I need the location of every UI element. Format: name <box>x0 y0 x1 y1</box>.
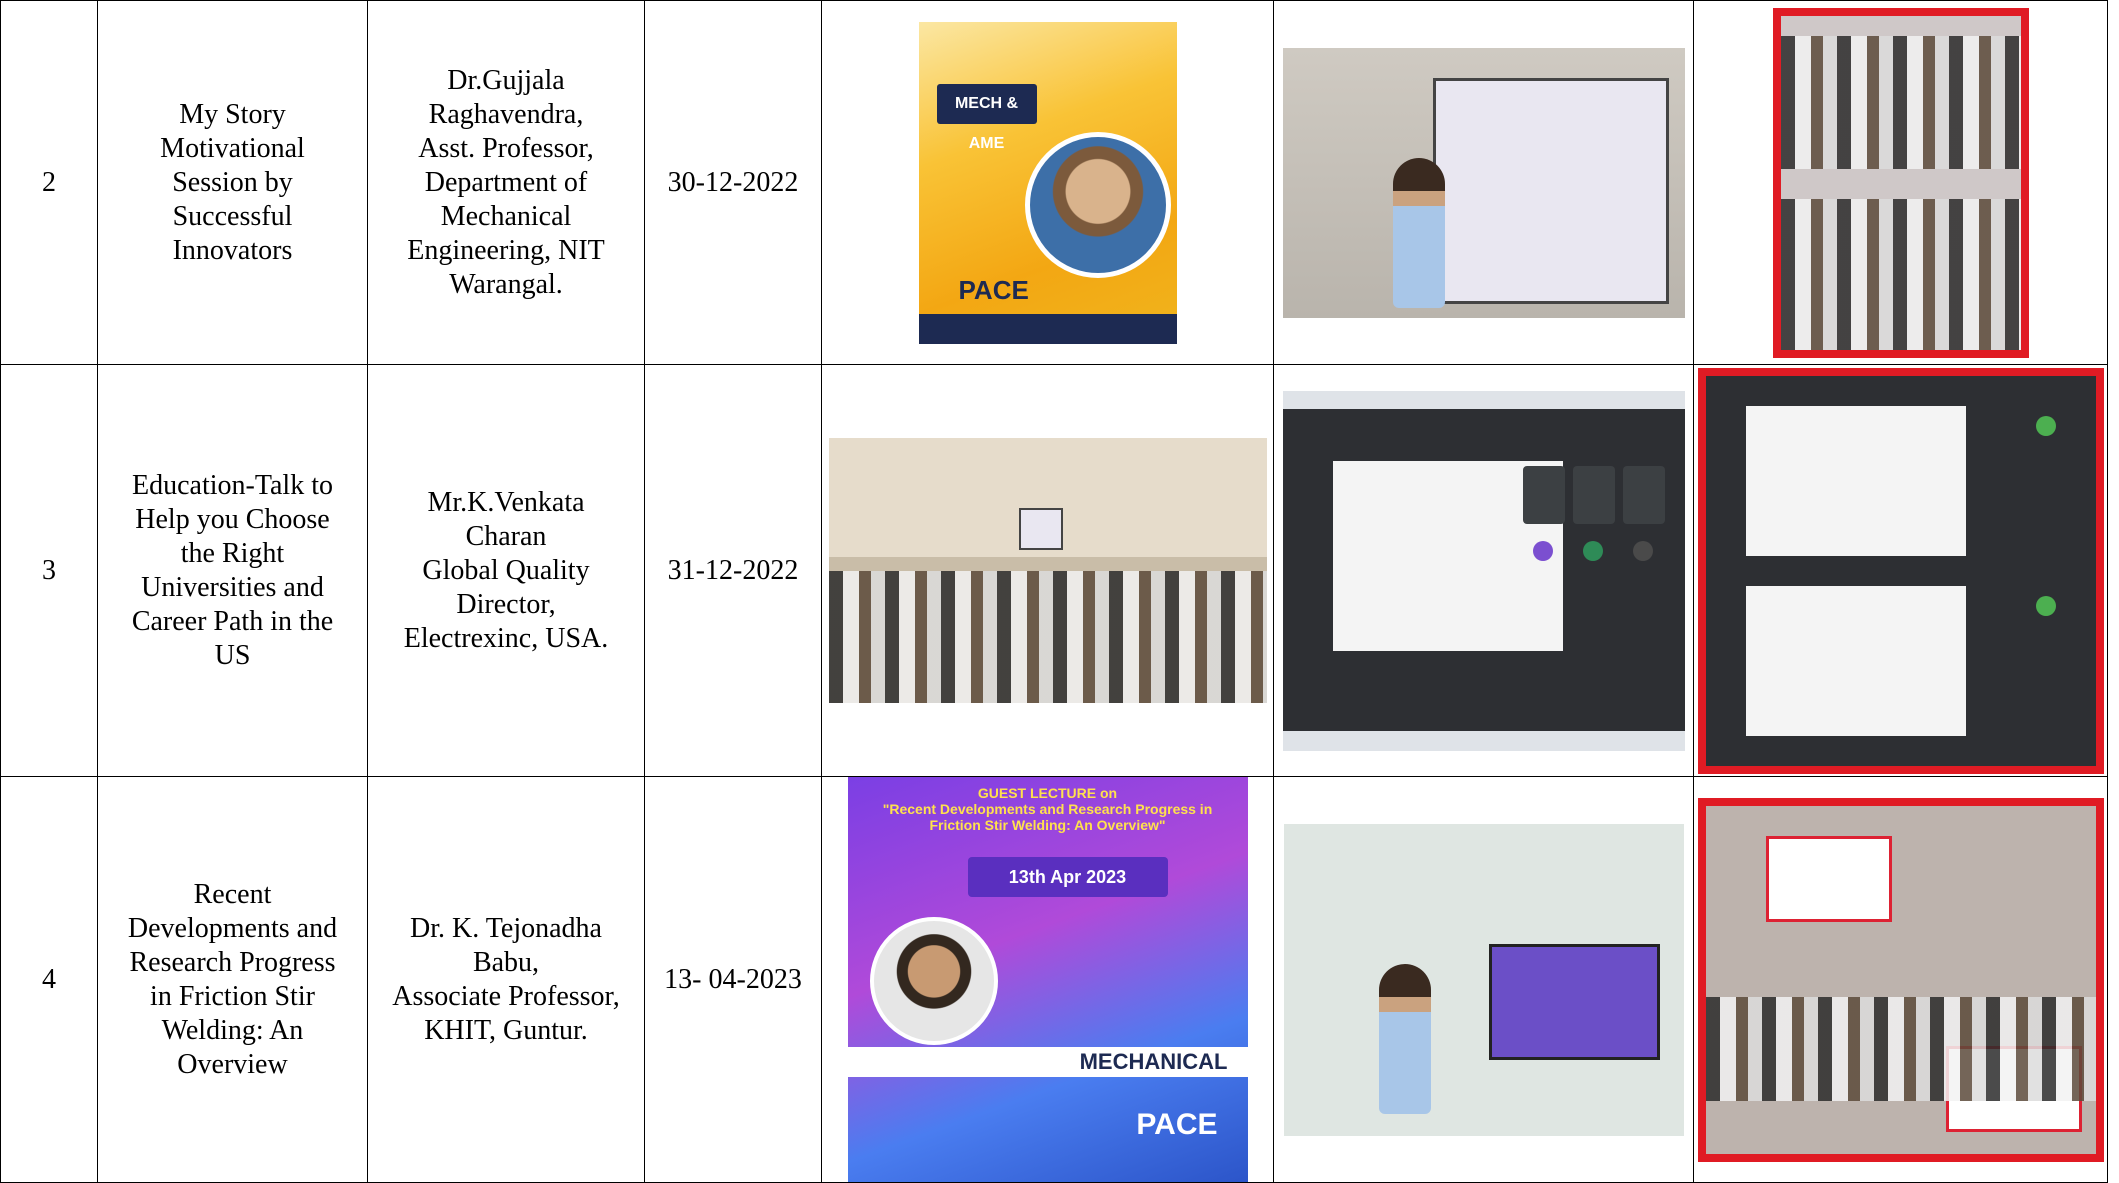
speaker-photo <box>1024 131 1171 278</box>
poster-cell: GUEST LECTURE on "Recent Developments an… <box>821 776 1274 1183</box>
poster-heading: GUEST LECTURE on "Recent Developments an… <box>882 785 1213 833</box>
collage-cell <box>1693 364 2108 777</box>
poster-brand: PACE <box>1136 1108 1218 1141</box>
poster-cell: MECH & AME PACE <box>821 0 1274 365</box>
date-cell: 31-12-2022 <box>644 364 822 777</box>
event-photo <box>1282 47 1685 318</box>
event-collage <box>1697 797 2104 1162</box>
event-poster-image: MECH & AME PACE <box>918 21 1177 344</box>
event-photo-cell <box>1273 0 1694 365</box>
table-row: 2 My Story Motivational Session by Succe… <box>0 0 2108 365</box>
event-photo-cell <box>821 364 1274 777</box>
title-cell: Education-Talk to Help you Choose the Ri… <box>97 364 368 777</box>
resource-person-cell: Dr.Gujjala Raghavendra, Asst. Professor,… <box>367 0 645 365</box>
events-table: 2 My Story Motivational Session by Succe… <box>0 0 2108 1183</box>
resource-person-cell: Dr. K. Tejonadha Babu, Associate Profess… <box>367 776 645 1183</box>
event-photo <box>1283 823 1684 1136</box>
resource-person-cell: Mr.K.Venkata Charan Global Quality Direc… <box>367 364 645 777</box>
collage-cell <box>1693 776 2108 1183</box>
sno-cell: 4 <box>0 776 98 1183</box>
date-cell: 30-12-2022 <box>644 0 822 365</box>
guest-lecture-poster: GUEST LECTURE on "Recent Developments an… <box>847 777 1248 1182</box>
table-row: 4 Recent Developments and Research Progr… <box>0 776 2108 1183</box>
screenshot-cell <box>1273 364 1694 777</box>
collage-cell <box>1693 0 2108 365</box>
event-photo-cell <box>1273 776 1694 1183</box>
classroom-photo <box>828 438 1267 703</box>
sno-cell: 3 <box>0 364 98 777</box>
title-cell: Recent Developments and Research Progres… <box>97 776 368 1183</box>
poster-department: MECHANICAL <box>847 1047 1248 1077</box>
table-row: 3 Education-Talk to Help you Choose the … <box>0 364 2108 777</box>
online-session-screenshot <box>1282 390 1685 751</box>
poster-brand: PACE <box>958 274 1029 305</box>
poster-date: 13th Apr 2023 <box>967 857 1168 897</box>
poster-badge: MECH & AME <box>936 83 1037 152</box>
speaker-photo <box>869 917 998 1045</box>
date-cell: 13- 04-2023 <box>644 776 822 1183</box>
online-session-collage <box>1697 367 2104 774</box>
event-collage <box>1772 7 2029 358</box>
title-cell: My Story Motivational Session by Success… <box>97 0 368 365</box>
sno-cell: 2 <box>0 0 98 365</box>
